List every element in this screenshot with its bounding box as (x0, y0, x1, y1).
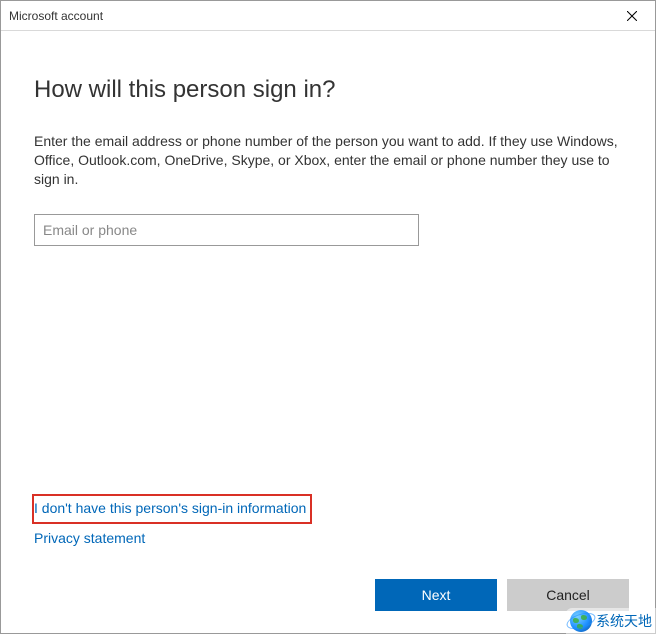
email-or-phone-input[interactable] (34, 214, 419, 246)
button-row: Next Cancel (375, 579, 629, 611)
globe-icon (570, 610, 592, 632)
close-button[interactable] (609, 1, 655, 31)
dialog-body: How will this person sign in? Enter the … (1, 31, 655, 633)
titlebar: Microsoft account (1, 1, 655, 31)
cancel-button[interactable]: Cancel (507, 579, 629, 611)
close-icon (627, 11, 637, 21)
watermark: 系统天地 (566, 608, 656, 634)
window-title: Microsoft account (9, 1, 103, 31)
page-heading: How will this person sign in? (34, 76, 622, 104)
privacy-statement-link[interactable]: Privacy statement (34, 530, 145, 546)
links-section: I don't have this person's sign-in infor… (34, 494, 312, 548)
highlight-box: I don't have this person's sign-in infor… (32, 494, 312, 524)
no-signin-info-link[interactable]: I don't have this person's sign-in infor… (34, 500, 306, 516)
watermark-text: 系统天地 (596, 611, 652, 631)
next-button[interactable]: Next (375, 579, 497, 611)
dialog-window: Microsoft account How will this person s… (0, 0, 656, 634)
description-text: Enter the email address or phone number … (34, 132, 622, 189)
